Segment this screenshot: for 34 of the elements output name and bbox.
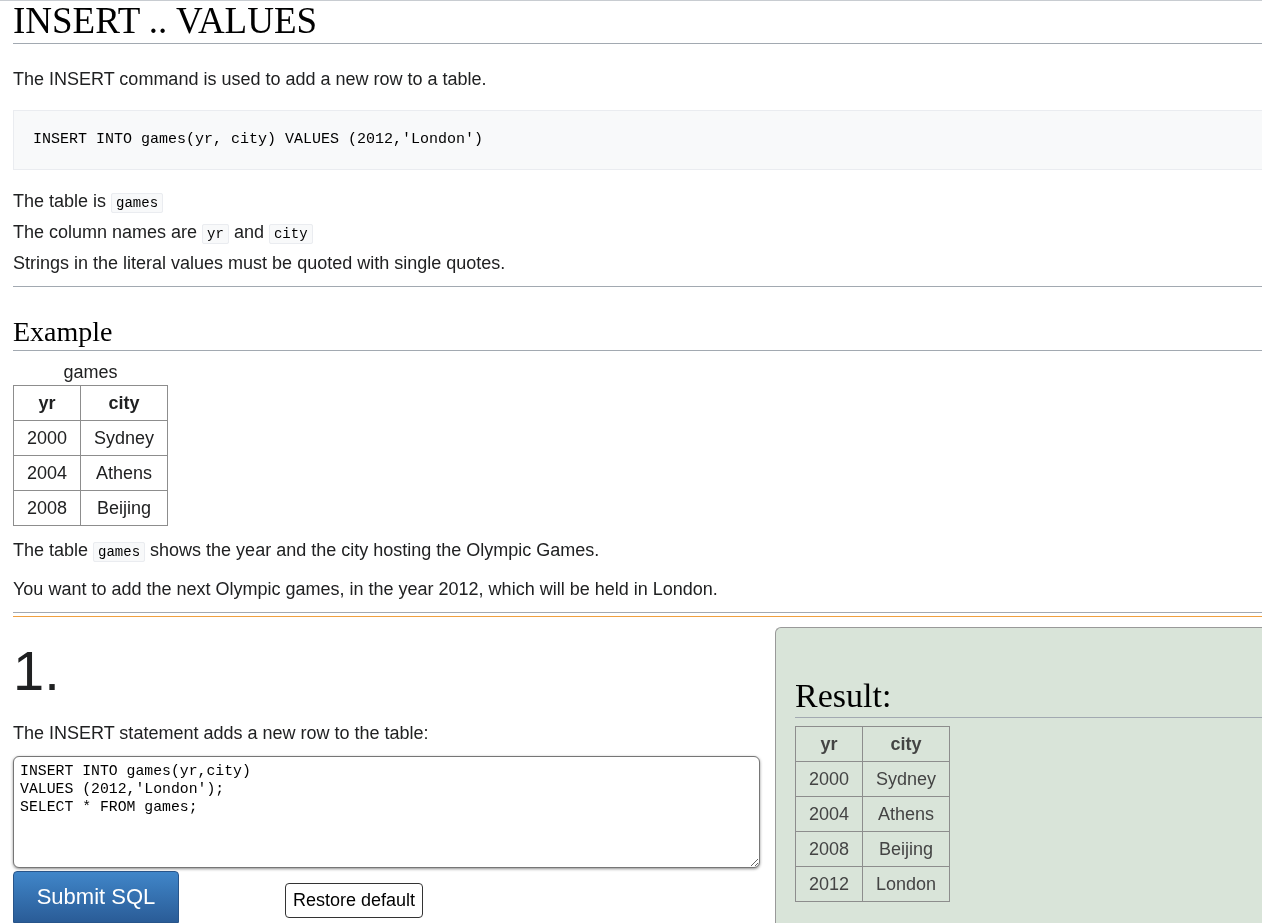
restore-button[interactable]: Restore default	[285, 883, 424, 918]
code-block: INSERT INTO games(yr, city) VALUES (2012,'London')	[13, 110, 1262, 170]
sql-editor[interactable]: INSERT INTO games(yr,city) VALUES (2012,'London'); SELECT * FROM games;	[13, 756, 760, 868]
text-line: The table is games	[13, 187, 1262, 218]
column-header: city	[80, 385, 168, 421]
column-header: yr	[795, 726, 863, 762]
intro-paragraph: The INSERT command is used to add a new row to a table.	[13, 68, 488, 91]
table-cell: 2004	[13, 455, 81, 491]
text-line: Strings in the literal values must be quoted with single quotes.	[13, 252, 507, 275]
table-cell: 2008	[795, 831, 863, 867]
table-cell: Athens	[862, 796, 950, 832]
section-heading: Example	[13, 316, 1262, 351]
paragraph: You want to add the next Olympic games, in the year 2012, which will be held in London.	[13, 578, 719, 601]
table-cell: 2000	[13, 420, 81, 456]
table-cell: 2008	[13, 490, 81, 526]
table-cell: 2000	[795, 761, 863, 797]
page-title: INSERT .. VALUES	[13, 1, 1262, 44]
column-header: yr	[13, 385, 81, 421]
column-header: city	[862, 726, 950, 762]
exercise-prompt: The INSERT statement adds a new row to the table:	[13, 722, 430, 745]
exercise-number: 1.	[13, 639, 61, 703]
table-cell: London	[862, 866, 950, 902]
text-line: The column names are yr and city	[13, 218, 1262, 249]
table-cell: 2004	[795, 796, 863, 832]
table-caption: games	[62, 361, 119, 384]
submit-button[interactable]: Submit SQL	[13, 871, 179, 923]
table-cell: Beijing	[80, 490, 168, 526]
table-cell: Sydney	[862, 761, 950, 797]
table-cell: Athens	[80, 455, 168, 491]
paragraph: The table games shows the year and the city hosting the Olympic Games.	[13, 539, 601, 564]
result-heading: Result:	[795, 677, 1262, 718]
table-cell: Sydney	[80, 420, 168, 456]
table-cell: Beijing	[862, 831, 950, 867]
table-cell: 2012	[795, 866, 863, 902]
